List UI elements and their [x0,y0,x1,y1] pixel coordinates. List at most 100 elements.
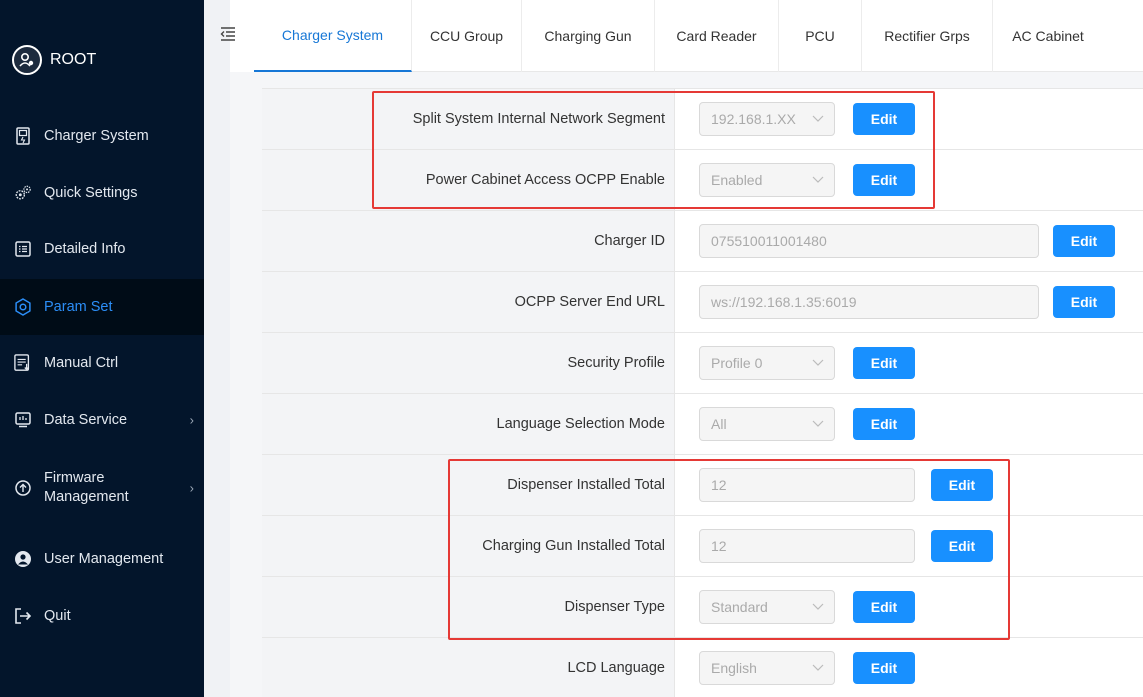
edit-button[interactable]: Edit [853,347,915,379]
sidebar-gutter [204,0,230,697]
edit-button[interactable]: Edit [853,164,915,196]
select-value: Profile 0 [711,355,763,371]
sidebar: ROOT Charger System Quick Settings Detai… [0,0,204,697]
param-value-cell: Profile 0 Edit [674,333,1143,393]
param-label: Dispenser Installed Total [262,455,674,515]
data-icon [14,411,32,429]
param-row-gun-total: Charging Gun Installed Total 12 Edit [262,515,1143,576]
select-value: 192.168.1.XX [711,111,796,127]
gears-icon [14,184,32,202]
param-row-ocpp-url: OCPP Server End URL ws://192.168.1.35:60… [262,271,1143,332]
param-value-cell: 192.168.1.XX Edit [674,89,1143,149]
dispenser-type-select[interactable]: Standard [699,590,835,624]
tab-ccu-group[interactable]: CCU Group [412,0,522,72]
user-icon [14,550,32,568]
dispenser-total-input[interactable]: 12 [699,468,915,502]
sidebar-item-label: Firmware Management [44,469,129,507]
sidebar-item-charger-system[interactable]: Charger System [0,108,204,164]
sidebar-item-quit[interactable]: Quit [0,588,204,644]
param-row-security-profile: Security Profile Profile 0 Edit [262,332,1143,393]
param-row-network-segment: Split System Internal Network Segment 19… [262,88,1143,149]
chevron-down-icon [812,176,824,183]
charger-icon [14,127,32,145]
label-line-2: Management [44,489,129,505]
param-label: Charging Gun Installed Total [262,516,674,576]
param-value-cell: All Edit [674,394,1143,454]
tab-rectifier-grps[interactable]: Rectifier Grps [862,0,993,72]
user-brand: ROOT [12,40,96,80]
tab-card-reader[interactable]: Card Reader [655,0,779,72]
user-name: ROOT [50,51,97,68]
edit-button[interactable]: Edit [931,530,993,562]
sidebar-item-label: User Management [44,551,164,567]
sidebar-item-detailed-info[interactable]: Detailed Info [0,221,204,277]
param-row-dispenser-total: Dispenser Installed Total 12 Edit [262,454,1143,515]
manual-icon [14,354,32,372]
param-value-cell: 12 Edit [674,455,1143,515]
edit-button[interactable]: Edit [853,652,915,684]
sidebar-item-label: Detailed Info [44,241,126,257]
param-row-charger-id: Charger ID 075510011001480 Edit [262,210,1143,271]
tab-charging-gun[interactable]: Charging Gun [522,0,655,72]
menu-collapse-icon[interactable] [220,26,236,42]
sidebar-item-firmware-management[interactable]: Firmware Management › [0,460,204,516]
sidebar-item-param-set[interactable]: Param Set [0,279,204,335]
tab-ac-cabinet[interactable]: AC Cabinet [993,0,1103,72]
charger-id-input[interactable]: 075510011001480 [699,224,1039,258]
param-label: Dispenser Type [262,577,674,637]
chevron-down-icon [812,359,824,366]
edit-button[interactable]: Edit [853,591,915,623]
param-label: Security Profile [262,333,674,393]
sidebar-item-label: Param Set [44,299,113,315]
edit-button[interactable]: Edit [853,103,915,135]
param-value-cell: 12 Edit [674,516,1143,576]
param-table: Split System Internal Network Segment 19… [262,88,1143,697]
gun-total-input[interactable]: 12 [699,529,915,563]
chevron-right-icon: › [189,480,194,496]
lcd-language-select[interactable]: English [699,651,835,685]
gear-icon [14,298,32,316]
tab-pcu[interactable]: PCU [779,0,862,72]
select-value: All [711,416,727,432]
param-label: LCD Language [262,638,674,697]
edit-button[interactable]: Edit [1053,286,1115,318]
param-value-cell: 075510011001480 Edit [674,211,1143,271]
network-segment-select[interactable]: 192.168.1.XX [699,102,835,136]
select-value: Enabled [711,172,763,188]
ocpp-enable-select[interactable]: Enabled [699,163,835,197]
select-value: Standard [711,599,768,615]
upload-icon [14,479,32,497]
ocpp-url-input[interactable]: ws://192.168.1.35:6019 [699,285,1039,319]
tab-charger-system[interactable]: Charger System [254,0,412,72]
select-value: English [711,660,757,676]
param-value-cell: ws://192.168.1.35:6019 Edit [674,272,1143,332]
edit-button[interactable]: Edit [931,469,993,501]
security-profile-select[interactable]: Profile 0 [699,346,835,380]
sidebar-item-user-management[interactable]: User Management [0,531,204,587]
language-mode-select[interactable]: All [699,407,835,441]
param-label: OCPP Server End URL [262,272,674,332]
label-line-1: Firmware [44,470,105,486]
sidebar-item-label: Manual Ctrl [44,355,119,371]
chevron-down-icon [812,664,824,671]
param-label: Power Cabinet Access OCPP Enable [262,150,674,210]
param-row-language-mode: Language Selection Mode All Edit [262,393,1143,454]
param-row-lcd-language: LCD Language English Edit [262,637,1143,697]
sidebar-item-label: Quit [44,608,71,624]
edit-button[interactable]: Edit [1053,225,1115,257]
user-key-icon [19,52,34,67]
sidebar-item-data-service[interactable]: Data Service › [0,392,204,448]
param-label: Split System Internal Network Segment [262,89,674,149]
sidebar-item-label: Quick Settings [44,185,138,201]
chevron-down-icon [812,115,824,122]
chevron-down-icon [812,420,824,427]
param-label: Language Selection Mode [262,394,674,454]
param-value-cell: English Edit [674,638,1143,697]
param-value-cell: Standard Edit [674,577,1143,637]
sidebar-item-quick-settings[interactable]: Quick Settings [0,165,204,221]
param-content: Split System Internal Network Segment 19… [230,72,1143,697]
chevron-down-icon [812,603,824,610]
sidebar-item-manual-ctrl[interactable]: Manual Ctrl [0,335,204,391]
edit-button[interactable]: Edit [853,408,915,440]
avatar[interactable] [12,45,42,75]
